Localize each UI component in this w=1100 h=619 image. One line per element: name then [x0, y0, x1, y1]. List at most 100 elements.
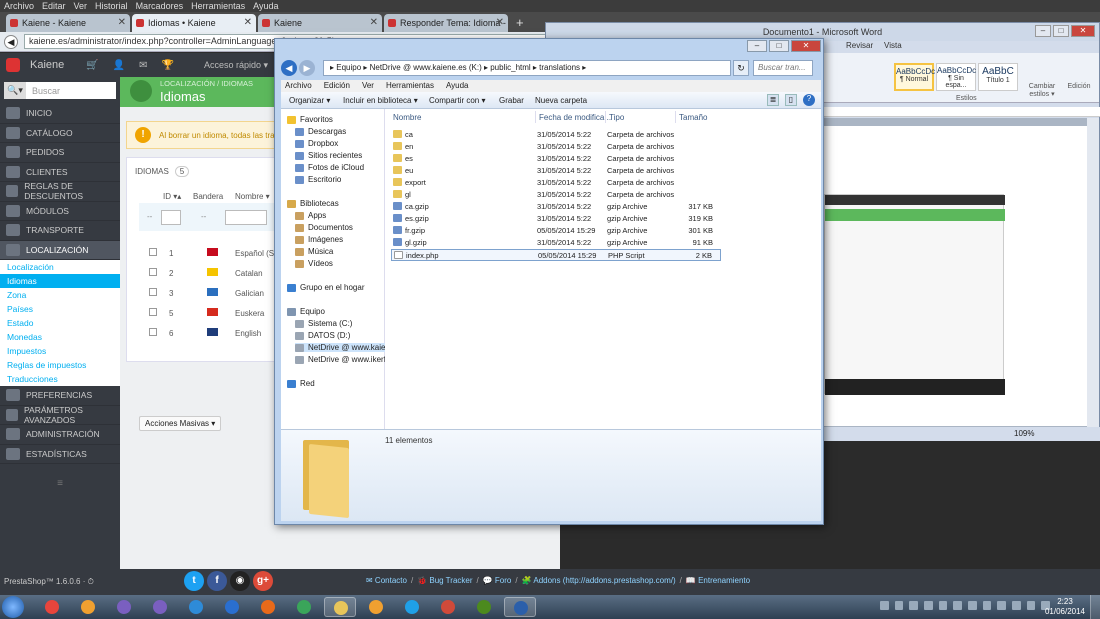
nav-drive[interactable]: DATOS (D:) — [295, 331, 350, 340]
explorer-menu-item[interactable]: Archivo — [285, 80, 312, 92]
taskbar-dropbox-icon[interactable] — [180, 597, 212, 617]
row-checkbox[interactable] — [149, 268, 157, 276]
close-icon[interactable]: ✕ — [791, 40, 821, 52]
nav-network[interactable]: Red — [287, 379, 315, 388]
file-row[interactable]: gl 31/05/2014 5:22 Carpeta de archivos — [391, 189, 721, 201]
sidebar-item[interactable]: TRANSPORTE — [0, 221, 120, 241]
nav-favorite-item[interactable]: Escritorio — [295, 175, 341, 184]
new-folder-button[interactable]: Nueva carpeta — [535, 92, 587, 109]
nav-libraries[interactable]: Bibliotecas — [287, 199, 339, 208]
row-checkbox[interactable] — [149, 288, 157, 296]
row-checkbox[interactable] — [149, 328, 157, 336]
include-in-library-button[interactable]: Incluir en biblioteca ▾ — [343, 92, 418, 109]
sidebar-item[interactable]: PREFERENCIAS — [0, 386, 120, 406]
forward-icon[interactable]: ▶ — [299, 60, 315, 76]
tab-close-icon[interactable]: ✕ — [244, 14, 252, 32]
file-row[interactable]: export 31/05/2014 5:22 Carpeta de archivos — [391, 177, 721, 189]
submenu-item[interactable]: Localización — [0, 260, 120, 274]
file-row[interactable]: ca 31/05/2014 5:22 Carpeta de archivos — [391, 129, 721, 141]
twitter-icon[interactable]: t — [184, 571, 204, 591]
tray-icon[interactable] — [894, 601, 904, 610]
tray-icon[interactable] — [953, 601, 963, 610]
edit-button[interactable]: Edición — [1062, 83, 1096, 90]
tab-close-icon[interactable]: ✕ — [370, 14, 378, 32]
sidebar-item[interactable]: ESTADÍSTICAS — [0, 445, 120, 464]
nav-library-item[interactable]: Apps — [295, 211, 326, 220]
preview-pane-icon[interactable]: ▯ — [785, 94, 797, 106]
file-row[interactable]: es.gzip 31/05/2014 5:22 gzip Archive 319 KB — [391, 213, 721, 225]
taskbar-app12-icon[interactable] — [432, 597, 464, 617]
back-icon[interactable]: ◀ — [4, 34, 18, 49]
sidebar-item[interactable]: LOCALIZACIÓN — [0, 240, 120, 260]
clock[interactable]: 2:23 01/06/2014 — [1044, 597, 1086, 617]
sidebar-item[interactable]: PARÁMETROS AVANZADOS — [0, 405, 120, 425]
sidebar-item[interactable]: CLIENTES — [0, 163, 120, 182]
search-icon[interactable]: 🔍▾ — [4, 82, 26, 99]
submenu-item[interactable]: Idiomas — [0, 274, 120, 288]
document-page[interactable] — [824, 126, 1088, 426]
browser-tab[interactable]: Kaiene ✕ — [258, 14, 382, 32]
taskbar-network-icon[interactable] — [288, 597, 320, 617]
firefox-menu-item[interactable]: Marcadores — [136, 0, 184, 12]
nav-favorite-item[interactable]: Fotos de iCloud — [295, 163, 364, 172]
column-name[interactable]: Nombre ▾ — [235, 192, 270, 201]
burn-button[interactable]: Grabar — [499, 92, 524, 109]
explorer-menu-item[interactable]: Edición — [324, 80, 350, 92]
firefox-menu-item[interactable]: Historial — [95, 0, 128, 12]
tab-close-icon[interactable]: ✕ — [496, 14, 504, 32]
nav-homegroup[interactable]: Grupo en el hogar — [287, 283, 365, 292]
taskbar-skype-icon[interactable] — [396, 597, 428, 617]
google-plus-icon[interactable]: g+ — [253, 571, 273, 591]
search-input[interactable]: Buscar — [26, 86, 60, 96]
firefox-menu-item[interactable]: Herramientas — [191, 0, 245, 12]
footer-link[interactable]: 📖 Entrenamiento — [686, 576, 750, 585]
close-icon[interactable]: ✕ — [1071, 25, 1095, 37]
taskbar-paint-icon[interactable] — [72, 597, 104, 617]
change-styles-button[interactable]: Cambiar estilos ▾ — [1024, 83, 1060, 98]
nav-drive[interactable]: NetDrive @ www.ikerfor. — [295, 355, 395, 364]
nav-drive[interactable]: Sistema (C:) — [295, 319, 352, 328]
taskbar-media-icon[interactable] — [360, 597, 392, 617]
shop-name[interactable]: Kaiene — [30, 59, 64, 71]
tray-icon[interactable] — [982, 601, 992, 610]
nav-library-item[interactable]: Vídeos — [295, 259, 333, 268]
organize-button[interactable]: Organizar ▾ — [289, 92, 330, 109]
minimize-icon[interactable]: – — [1035, 25, 1051, 37]
submenu-item[interactable]: Países — [0, 302, 120, 316]
browser-tab[interactable]: Kaiene - Kaiene ✕ — [6, 14, 130, 32]
tab-close-icon[interactable]: ✕ — [118, 14, 126, 32]
explorer-menu-item[interactable]: Ver — [362, 80, 374, 92]
footer-link[interactable]: 🐞 Bug Tracker — [417, 576, 472, 585]
firefox-menu-item[interactable]: Ver — [74, 0, 88, 12]
tab-vista[interactable]: Vista — [884, 41, 902, 50]
tray-icon[interactable] — [1026, 601, 1036, 610]
share-with-button[interactable]: Compartir con ▾ — [429, 92, 485, 109]
collapse-menu-icon[interactable]: ≡ — [0, 478, 120, 489]
sidebar-item[interactable]: REGLAS DE DESCUENTOS — [0, 181, 120, 202]
message-icon[interactable]: ✉ — [139, 60, 147, 71]
sidebar-item[interactable]: INICIO — [0, 104, 120, 124]
nav-library-item[interactable]: Documentos — [295, 223, 353, 232]
file-row[interactable]: gl.gzip 31/05/2014 5:22 gzip Archive 91 KB — [391, 237, 721, 249]
sidebar-item[interactable]: MÓDULOS — [0, 202, 120, 221]
tray-icon[interactable] — [909, 601, 919, 610]
file-row[interactable]: index.php 05/05/2014 15:29 PHP Script 2 KB — [391, 249, 721, 261]
sidebar-item[interactable]: ADMINISTRACIÓN — [0, 425, 120, 445]
filter-id-input[interactable] — [161, 210, 181, 225]
nav-drive[interactable]: NetDrive @ www.kaiene. — [295, 343, 397, 352]
nav-library-item[interactable]: Música — [295, 247, 333, 256]
style-no-spacing[interactable]: AaBbCcDc ¶ Sin espa... — [936, 63, 976, 91]
taskbar-app6-icon[interactable] — [216, 597, 248, 617]
sidebar-item[interactable]: CATÁLOGO — [0, 124, 120, 143]
submenu-item[interactable]: Traducciones — [0, 372, 120, 386]
start-button-icon[interactable] — [2, 596, 24, 618]
new-tab-button[interactable]: + — [510, 14, 530, 32]
file-row[interactable]: ca.gzip 31/05/2014 5:22 gzip Archive 317 KB — [391, 201, 721, 213]
explorer-menu-item[interactable]: Ayuda — [446, 80, 469, 92]
zoom-level[interactable]: 109% — [1014, 429, 1034, 438]
tray-icon[interactable] — [968, 601, 977, 610]
maximize-icon[interactable]: □ — [769, 40, 789, 52]
trophy-icon[interactable]: 🏆 — [162, 60, 174, 71]
tray-icon[interactable] — [997, 601, 1007, 610]
filter-name-input[interactable] — [225, 210, 267, 225]
